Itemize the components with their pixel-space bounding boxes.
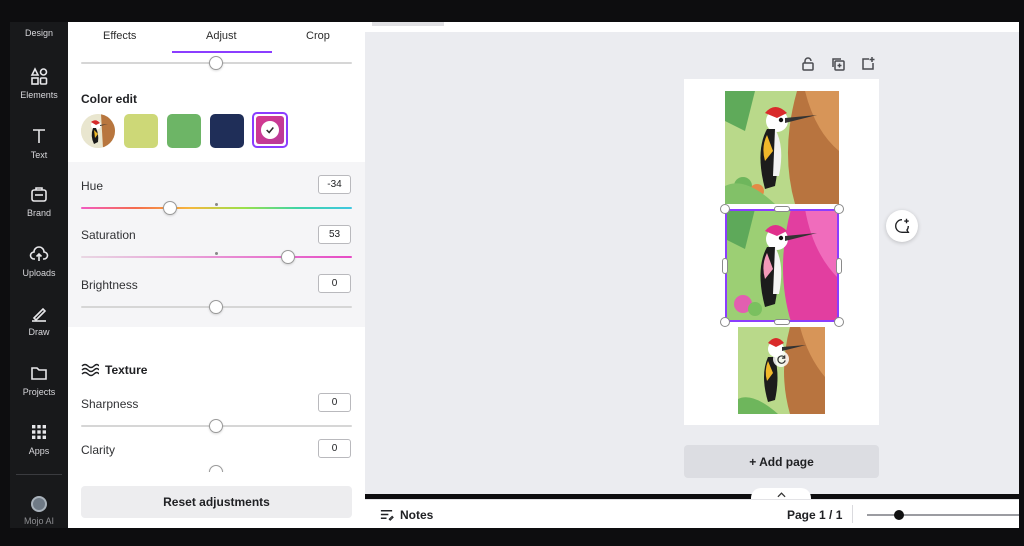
color-swatch-navy[interactable]	[210, 114, 244, 148]
slider-center-mark	[215, 203, 218, 206]
sidebar-item-brand[interactable]: Brand	[10, 184, 68, 234]
sidebar-item-label: Text	[30, 150, 48, 160]
duplicate-icon[interactable]	[830, 56, 846, 72]
sidebar-item-mojo-ai[interactable]: Mojo AI	[10, 496, 68, 546]
pen-icon	[32, 307, 47, 322]
sidebar-item-label: Elements	[20, 90, 58, 100]
waves-icon	[81, 363, 100, 377]
saturation-slider-thumb[interactable]	[281, 250, 295, 264]
brand-icon	[31, 187, 47, 202]
hue-label: Hue	[81, 179, 104, 193]
sharpness-label: Sharpness	[81, 397, 139, 411]
resize-handle-top[interactable]	[774, 206, 790, 212]
saturation-label: Saturation	[81, 228, 136, 242]
tab-adjust[interactable]: Adjust	[206, 30, 237, 42]
sidebar-item-label: Mojo AI	[23, 516, 54, 526]
saturation-value-input[interactable]: 53	[318, 225, 351, 244]
selection-frame	[725, 209, 839, 322]
texture-title: Texture	[105, 363, 148, 377]
resize-handle-bottom[interactable]	[774, 319, 790, 325]
color-swatch-lime[interactable]	[124, 114, 158, 148]
brightness-value-input[interactable]: 0	[318, 274, 351, 293]
sidebar-item-design[interactable]: Design	[10, 22, 68, 72]
notes-button[interactable]: Notes	[379, 507, 433, 522]
adjust-panel: Effects Adjust Crop Color edit Hue -34 S…	[68, 22, 365, 528]
apps-grid-icon	[32, 425, 46, 439]
resize-handle-left[interactable]	[722, 258, 728, 274]
design-page[interactable]	[684, 79, 879, 425]
bottom-bar: Notes Page 1 / 1	[365, 499, 1019, 528]
swatch-fill	[256, 116, 284, 144]
elements-icon	[30, 67, 48, 85]
check-icon	[261, 121, 279, 139]
color-swatch-green[interactable]	[167, 114, 201, 148]
brightness-slider-thumb[interactable]	[209, 300, 223, 314]
chevron-up-icon	[776, 492, 786, 498]
sidebar-item-apps[interactable]: Apps	[10, 422, 68, 472]
zoom-slider-track[interactable]	[867, 514, 1019, 516]
slider-thumb[interactable]	[209, 56, 223, 70]
cloud-upload-icon	[29, 246, 49, 261]
avatar-icon	[31, 496, 47, 512]
sharpness-value-input[interactable]: 0	[318, 393, 351, 412]
sidebar-item-label: Apps	[28, 446, 50, 456]
hue-value-input[interactable]: -34	[318, 175, 351, 194]
woodpecker-thumbnail-icon	[81, 114, 115, 148]
sidebar-divider	[16, 474, 62, 475]
original-color-swatch[interactable]	[81, 114, 115, 148]
resize-handle-bottom-right[interactable]	[834, 317, 844, 327]
panel-tabs: Effects Adjust Crop	[68, 22, 365, 56]
slider-center-mark	[215, 252, 218, 255]
page-indicator[interactable]: Page 1 / 1	[787, 508, 842, 522]
add-page-icon[interactable]	[860, 56, 876, 72]
resize-handle-top-right[interactable]	[834, 204, 844, 214]
hue-slider-track[interactable]	[81, 207, 352, 209]
clarity-label: Clarity	[81, 443, 116, 457]
resize-handle-top-left[interactable]	[720, 204, 730, 214]
app-window: Design Elements Text Brand Uploads Draw …	[0, 0, 1024, 533]
brightness-label: Brightness	[81, 278, 138, 292]
notes-label: Notes	[400, 507, 434, 522]
sidebar-item-label: Design	[24, 28, 53, 38]
sidebar-item-label: Draw	[28, 327, 50, 337]
add-page-button[interactable]: + Add page	[684, 445, 879, 478]
reset-adjustments-button[interactable]: Reset adjustments	[81, 486, 352, 518]
toolbar-strip	[365, 22, 1019, 32]
color-edit-title: Color edit	[81, 92, 137, 106]
sidebar-item-label: Projects	[22, 387, 56, 397]
lock-icon[interactable]	[800, 56, 816, 72]
add-comment-button[interactable]	[886, 210, 918, 242]
toolbar-chip	[372, 22, 444, 26]
folder-icon	[31, 367, 47, 380]
clarity-value-input[interactable]: 0	[318, 439, 351, 458]
sharpness-slider-thumb[interactable]	[209, 419, 223, 433]
woodpecker-image-top[interactable]	[725, 91, 839, 204]
notes-icon	[380, 510, 394, 521]
sidebar-item-elements[interactable]: Elements	[10, 66, 68, 116]
sidebar-item-projects[interactable]: Projects	[10, 363, 68, 413]
sidebar-item-draw[interactable]: Draw	[10, 303, 68, 353]
sidebar-item-text[interactable]: Text	[10, 126, 68, 176]
text-icon	[33, 129, 45, 143]
rotate-icon[interactable]	[773, 351, 789, 367]
tab-crop[interactable]: Crop	[306, 30, 330, 42]
sidebar-item-label: Uploads	[22, 268, 56, 278]
sidebar-item-uploads[interactable]: Uploads	[10, 244, 68, 294]
saturation-slider-track[interactable]	[81, 256, 352, 258]
active-tab-indicator	[172, 51, 272, 53]
add-comment-icon	[895, 218, 910, 233]
left-sidebar: Design Elements Text Brand Uploads Draw …	[10, 22, 68, 528]
sidebar-item-label: Brand	[26, 208, 52, 218]
resize-handle-bottom-left[interactable]	[720, 317, 730, 327]
resize-handle-right[interactable]	[836, 258, 842, 274]
color-swatch-pink-selected[interactable]	[252, 112, 288, 148]
hue-slider-thumb[interactable]	[163, 201, 177, 215]
bottom-divider	[852, 505, 853, 523]
woodpecker-image-bottom[interactable]	[738, 327, 825, 414]
zoom-slider-thumb[interactable]	[894, 510, 904, 520]
tab-effects[interactable]: Effects	[103, 30, 136, 42]
